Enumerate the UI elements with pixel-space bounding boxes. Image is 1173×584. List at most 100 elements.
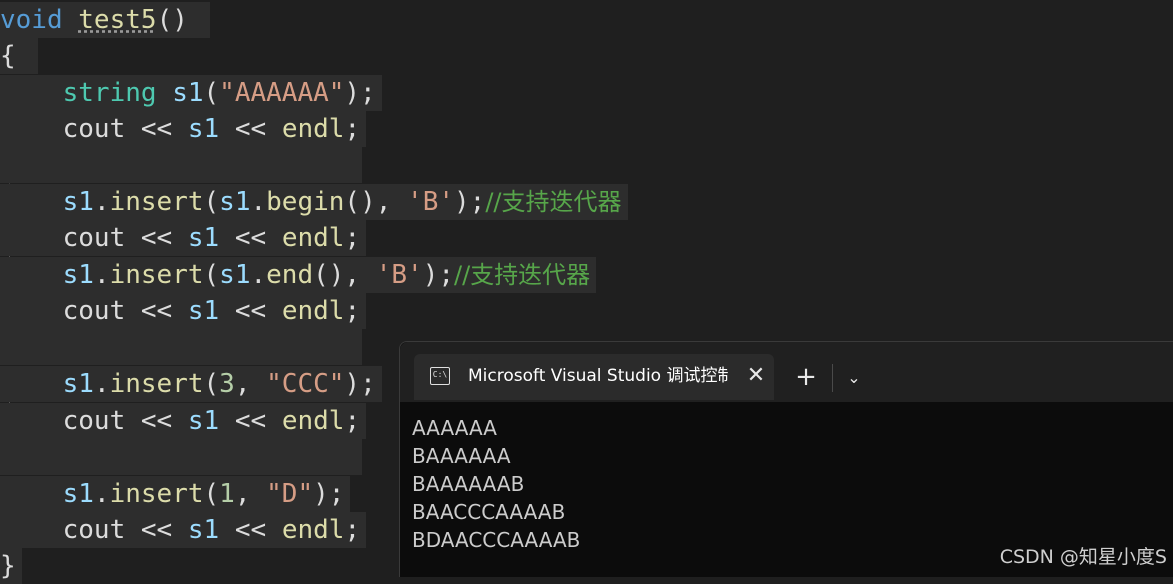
punc: ( <box>203 479 220 509</box>
endl: endl <box>281 515 345 545</box>
tab-separator <box>832 364 833 392</box>
op: << <box>125 223 188 253</box>
console-output: AAAAAA BAAAAAA BAAAAAAB BAACCCAAAAB BDAA… <box>412 414 580 554</box>
punc: , <box>234 479 267 509</box>
punc: ( <box>203 187 220 217</box>
output-line: BAAAAAAB <box>412 472 525 496</box>
var-s1: s1 <box>219 187 251 217</box>
cout: cout <box>62 515 126 545</box>
type-string: string <box>62 78 157 108</box>
var-s1: s1 <box>187 114 220 144</box>
var-s1: s1 <box>62 369 94 399</box>
semicolon: ; <box>344 515 361 545</box>
var-s1: s1 <box>62 479 94 509</box>
punc: ); <box>344 78 376 108</box>
endl: endl <box>281 223 345 253</box>
string-literal: "CCC" <box>266 369 345 399</box>
chevron-down-icon[interactable]: ⌄ <box>842 364 866 392</box>
output-line: BAAAAAA <box>412 444 511 468</box>
output-line: BDAACCCAAAAB <box>412 528 581 552</box>
code-line-insert-end[interactable]: s1.insert(s1.end(), 'B');//支持迭代器 <box>0 257 597 293</box>
var-s1: s1 <box>172 78 204 108</box>
fn-insert: insert <box>109 479 204 509</box>
var-s1: s1 <box>187 223 220 253</box>
code-line-cout[interactable]: cout << s1 << endl; <box>0 293 367 329</box>
number-literal: 1 <box>219 479 235 509</box>
op: << <box>219 223 282 253</box>
punc: ); <box>344 369 376 399</box>
punc: ); <box>313 479 345 509</box>
fn-insert: insert <box>109 369 204 399</box>
cout: cout <box>62 296 126 326</box>
var-s1: s1 <box>62 187 94 217</box>
var-s1: s1 <box>187 296 220 326</box>
new-tab-button[interactable]: + <box>792 362 820 394</box>
fn-insert: insert <box>109 187 204 217</box>
punc: ); <box>422 260 455 290</box>
var-s1: s1 <box>187 406 220 436</box>
output-line: BAACCCAAAAB <box>412 500 566 524</box>
tab-debug-console[interactable]: C:\ Microsoft Visual Studio 调试控制台 ✕ <box>414 354 774 400</box>
code-line-blank[interactable] <box>0 147 362 183</box>
code-line-blank[interactable] <box>0 329 362 365</box>
op: << <box>219 296 282 326</box>
punc: , <box>234 369 267 399</box>
dot: . <box>93 187 110 217</box>
op: << <box>219 406 282 436</box>
code-line-insert-d[interactable]: s1.insert(1, "D"); <box>0 476 351 512</box>
code-line-cout[interactable]: cout << s1 << endl; <box>0 111 367 147</box>
comment: //支持迭代器 <box>454 261 591 289</box>
cout: cout <box>62 223 126 253</box>
fn-begin: begin <box>266 187 345 217</box>
tab-title: Microsoft Visual Studio 调试控制台 <box>468 366 728 386</box>
code-line-blank[interactable] <box>0 439 362 475</box>
fn-end: end <box>266 260 314 290</box>
punc: (), <box>344 187 408 217</box>
dot: . <box>250 260 267 290</box>
op: << <box>219 114 282 144</box>
endl: endl <box>281 406 345 436</box>
code-line-close-brace[interactable]: } <box>0 548 22 584</box>
char-literal: 'B' <box>375 260 423 290</box>
dot: . <box>250 187 267 217</box>
code-line-cout[interactable]: cout << s1 << endl; <box>0 403 367 439</box>
close-icon[interactable]: ✕ <box>744 362 768 390</box>
code-line-string-decl[interactable]: string s1("AAAAAA"); <box>0 75 382 111</box>
code-line-cout[interactable]: cout << s1 << endl; <box>0 220 367 256</box>
op: << <box>125 515 188 545</box>
endl: endl <box>281 296 345 326</box>
op: << <box>125 406 188 436</box>
op: << <box>125 296 188 326</box>
code-line-insert-begin[interactable]: s1.insert(s1.begin(), 'B');//支持迭代器 <box>0 184 628 220</box>
cout: cout <box>62 114 126 144</box>
function-name: test5 <box>78 5 157 35</box>
var-s1: s1 <box>62 260 94 290</box>
semicolon: ; <box>344 406 361 436</box>
punc: ); <box>454 187 486 217</box>
code-line-insert-ccc[interactable]: s1.insert(3, "CCC"); <box>0 366 382 402</box>
punc: ( <box>203 369 220 399</box>
semicolon: ; <box>344 296 361 326</box>
cout: cout <box>62 406 126 436</box>
code-line-cout[interactable]: cout << s1 << endl; <box>0 512 367 548</box>
dot: . <box>93 369 110 399</box>
code-line-open-brace[interactable]: { <box>0 38 38 74</box>
console-icon: C:\ <box>430 367 450 385</box>
punc: ( <box>203 260 220 290</box>
fn-insert: insert <box>109 260 204 290</box>
semicolon: ; <box>344 114 361 144</box>
dot: . <box>93 260 110 290</box>
op: << <box>125 114 188 144</box>
dot: . <box>93 479 110 509</box>
string-literal: "D" <box>266 479 314 509</box>
output-line: AAAAAA <box>412 416 497 440</box>
endl: endl <box>281 114 345 144</box>
open-brace: { <box>0 41 16 71</box>
punc: ( <box>203 78 220 108</box>
op: << <box>219 515 282 545</box>
string-literal: "AAAAAA" <box>219 78 345 108</box>
var-s1: s1 <box>187 515 220 545</box>
terminal-tab-bar: C:\ Microsoft Visual Studio 调试控制台 ✕ + ⌄ <box>400 342 1173 402</box>
watermark: CSDN @知星小度S <box>999 546 1167 568</box>
code-line-function-signature[interactable]: void test5() <box>0 2 210 38</box>
